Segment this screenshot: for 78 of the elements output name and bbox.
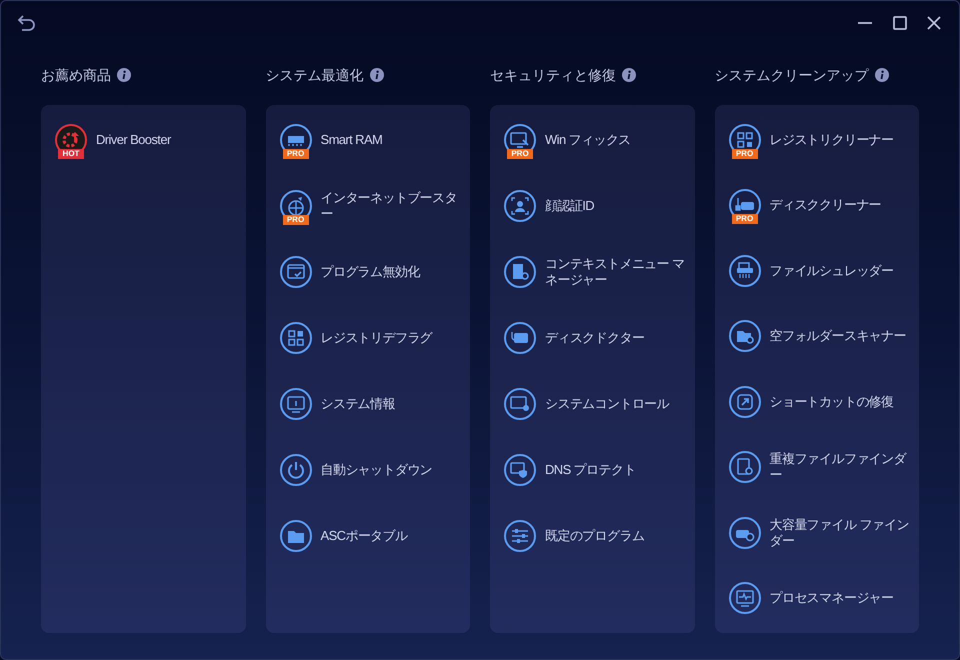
tool-label: ディスクドクター [545, 330, 644, 346]
tool-item[interactable]: 空フォルダースキャナー [714, 304, 919, 369]
person-icon [504, 190, 536, 222]
tool-label: プロセスマネージャー [770, 590, 894, 606]
tool-label: Driver Booster [96, 132, 171, 148]
folder-icon [280, 520, 312, 552]
tool-item[interactable]: ファイルシュレッダー [714, 238, 919, 304]
section-title: システムクリーンアップ [714, 66, 868, 84]
monitor-pulse-icon [728, 582, 760, 614]
badge: PRO [732, 214, 758, 224]
badge: HOT [58, 149, 84, 159]
tool-label: レジストリデフラグ [320, 330, 432, 346]
folder-search-icon [728, 320, 760, 352]
monitor-icon [280, 388, 312, 420]
tool-label: 重複ファイルファインダー [770, 451, 908, 484]
tool-label: DNS プロテクト [545, 462, 636, 478]
tool-label: ショートカットの修復 [770, 394, 894, 410]
tool-label: システムコントロール [545, 396, 670, 412]
tool-label: ASCポータブル [320, 528, 408, 544]
maximize-icon[interactable] [893, 16, 907, 30]
tool-label: プログラム無効化 [320, 264, 420, 280]
tool-item[interactable]: DNS プロテクト [490, 437, 694, 503]
tool-item[interactable]: レジストリデフラグ [266, 305, 470, 371]
badge: PRO [282, 149, 308, 159]
tool-label: 大容量ファイル ファインダー [770, 516, 910, 549]
sliders-icon [504, 520, 536, 552]
tool-item[interactable]: 重複ファイルファインダー [714, 434, 919, 500]
tool-label: 顔認証ID [545, 198, 594, 214]
tool-label: Win フィックス [545, 132, 631, 148]
monitor-shield-icon [504, 454, 536, 486]
tool-item[interactable]: PRO Win フィックス [490, 107, 694, 173]
tool-label: ディスククリーナー [770, 197, 882, 214]
info-icon[interactable] [370, 68, 384, 82]
tool-item[interactable]: 顔認証ID [490, 173, 694, 239]
window-icon [280, 256, 312, 288]
tool-item[interactable]: システム情報 [266, 371, 470, 437]
tool-item[interactable]: ディスクドクター [490, 305, 694, 371]
drive-icon [504, 322, 536, 354]
tool-item[interactable]: 既定のプログラム [490, 503, 694, 569]
tool-item[interactable]: ASCポータブル [266, 503, 470, 569]
badge: PRO [732, 148, 758, 159]
tool-item[interactable]: PRO ディスククリーナー [714, 172, 919, 238]
shortcut-icon [728, 386, 760, 418]
tool-label: コンテキストメニュー マネージャー [545, 256, 686, 288]
tool-label: Smart RAM [320, 132, 382, 148]
section-title: お薦め商品 [41, 66, 111, 84]
tool-label: インターネットブースター [320, 190, 458, 222]
tool-label: 空フォルダースキャナー [770, 328, 906, 344]
tool-item[interactable]: システムコントロール [490, 371, 694, 437]
tool-item[interactable]: プログラム無効化 [266, 239, 470, 305]
tool-label: レジストリクリーナー [770, 132, 894, 148]
tool-label: 既定のプログラム [545, 528, 644, 544]
tool-item[interactable]: PRO インターネットブースター [266, 173, 470, 239]
grid-icon [280, 322, 312, 354]
tool-item[interactable]: HOT Driver Booster [41, 107, 246, 173]
drive-search-icon [728, 516, 760, 549]
tool-item[interactable]: コンテキストメニュー マネージャー [490, 239, 694, 305]
tool-label: システム情報 [320, 396, 395, 412]
badge: PRO [507, 149, 533, 159]
tool-label: 自動シャットダウン [320, 462, 432, 478]
tool-item[interactable]: プロセスマネージャー [714, 566, 919, 631]
tool-item[interactable]: PRO Smart RAM [266, 107, 470, 173]
power-icon [280, 454, 312, 486]
close-icon[interactable] [927, 16, 941, 30]
document-search-icon [728, 451, 760, 484]
tool-label: ファイルシュレッダー [770, 262, 894, 279]
info-icon[interactable] [874, 68, 888, 82]
badge: PRO [282, 215, 308, 225]
shredder-icon [728, 254, 760, 287]
back-icon[interactable] [17, 14, 37, 32]
tool-item[interactable]: 大容量ファイル ファインダー [714, 500, 919, 566]
section-title: セキュリティと修復 [490, 66, 616, 84]
tool-item[interactable]: 自動シャットダウン [266, 437, 470, 503]
info-icon[interactable] [622, 68, 636, 82]
tool-item[interactable]: PRO レジストリクリーナー [714, 107, 919, 172]
section-title: システム最適化 [266, 66, 364, 84]
tool-item[interactable]: ショートカットの修復 [714, 369, 919, 434]
info-icon[interactable] [117, 68, 131, 82]
